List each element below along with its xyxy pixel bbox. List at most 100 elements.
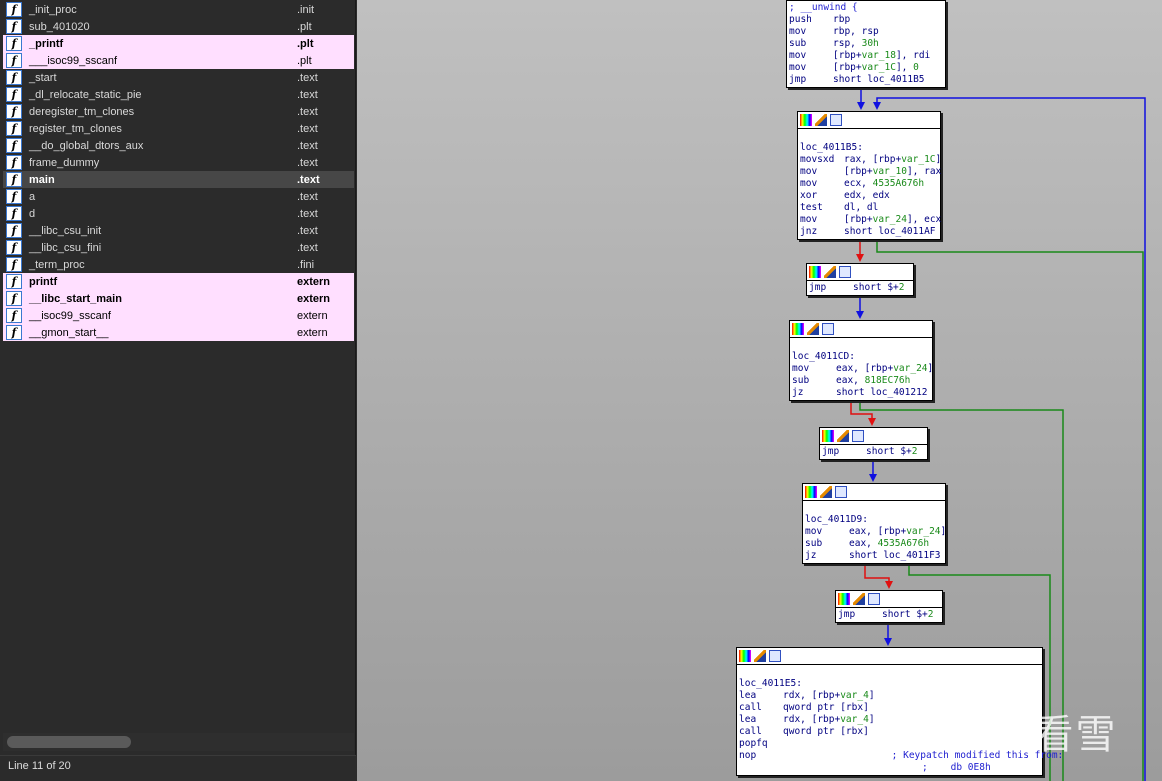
graph-icon[interactable]: [835, 486, 847, 498]
code-block-entry[interactable]: ; __unwind {push rbp mov rbp, rsp sub rsp, 30…: [786, 0, 946, 88]
asm-line[interactable]: ; db 0E8h: [739, 762, 1040, 774]
color-icon[interactable]: [805, 486, 817, 498]
function-row[interactable]: f _term_proc .fini: [3, 256, 354, 273]
code-block-jmp1[interactable]: jmp short $+2: [806, 263, 914, 296]
asm-line[interactable]: sub eax, 4535A676h: [805, 538, 943, 550]
asm-line[interactable]: [805, 502, 943, 514]
rename-icon[interactable]: [815, 114, 827, 126]
graph-icon[interactable]: [852, 430, 864, 442]
graph-view[interactable]: ; __unwind {push rbp mov rbp, rsp sub rsp, 30…: [357, 0, 1162, 781]
asm-line[interactable]: loc_4011B5:: [800, 142, 938, 154]
asm-line[interactable]: jz short loc_4011F3: [805, 550, 943, 562]
asm-line[interactable]: jnz short loc_4011AF: [800, 226, 938, 238]
functions-list: f _init_proc .init f sub_401020 .plt f _printf.…: [3, 1, 354, 341]
function-row[interactable]: f __isoc99_sscanf extern: [3, 307, 354, 324]
code-block-loc_4011CD[interactable]: loc_4011CD: mov eax, [rbp+var_24] sub eax, 8…: [789, 320, 933, 401]
asm-line[interactable]: lea rdx, [rbp+var_4]: [739, 714, 1040, 726]
color-icon[interactable]: [800, 114, 812, 126]
asm-line[interactable]: ; __unwind {: [789, 2, 943, 14]
mnemonic: lea: [739, 690, 757, 701]
asm-line[interactable]: jmp short $+2: [809, 282, 911, 294]
code-block-jmp3[interactable]: jmp short $+2: [835, 590, 943, 623]
operand: eax,: [849, 538, 878, 549]
graph-icon[interactable]: [822, 323, 834, 335]
asm-line[interactable]: mov [rbp+var_1C], 0: [789, 62, 943, 74]
asm-line[interactable]: [739, 666, 1040, 678]
graph-icon[interactable]: [830, 114, 842, 126]
asm-line[interactable]: mov [rbp+var_10], rax: [800, 166, 941, 178]
rename-icon[interactable]: [837, 430, 849, 442]
rename-icon[interactable]: [820, 486, 832, 498]
function-row[interactable]: f printf extern: [3, 273, 354, 290]
asm-line[interactable]: mov [rbp+var_18], rdi: [789, 50, 943, 62]
asm-line[interactable]: mov [rbp+var_24], ecx: [800, 214, 941, 226]
color-icon[interactable]: [822, 430, 834, 442]
asm-line[interactable]: mov eax, [rbp+var_24]: [805, 526, 946, 538]
asm-line[interactable]: mov eax, [rbp+var_24]: [792, 363, 933, 375]
asm-line[interactable]: xor edx, edx: [800, 190, 938, 202]
asm-line[interactable]: loc_4011D9:: [805, 514, 943, 526]
asm-line[interactable]: loc_4011E5:: [739, 678, 1040, 690]
function-row[interactable]: f ___isoc99_sscanf .plt: [3, 52, 354, 69]
operand: [rbp+: [844, 214, 873, 225]
asm-line[interactable]: loc_4011CD:: [792, 351, 930, 363]
code-block-loc_4011D9[interactable]: loc_4011D9: mov eax, [rbp+var_24] sub eax, 4…: [802, 483, 946, 564]
rename-icon[interactable]: [754, 650, 766, 662]
color-icon[interactable]: [809, 266, 821, 278]
asm-line[interactable]: sub rsp, 30h: [789, 38, 943, 50]
asm-line[interactable]: sub eax, 818EC76h: [792, 375, 930, 387]
asm-line[interactable]: lea rdx, [rbp+var_4]: [739, 690, 1040, 702]
function-row[interactable]: f _init_proc .init: [3, 1, 354, 18]
scrollbar-thumb[interactable]: [7, 736, 131, 748]
asm-line[interactable]: jmp short $+2: [838, 609, 940, 621]
rename-icon[interactable]: [853, 593, 865, 605]
asm-line[interactable]: popfq: [739, 738, 1040, 750]
arrow-head-icon: [869, 474, 877, 482]
operand: short loc_401212: [836, 387, 928, 398]
function-row[interactable]: f main .text: [3, 171, 354, 188]
function-row[interactable]: f __libc_csu_init .text: [3, 222, 354, 239]
asm-line[interactable]: push rbp: [789, 14, 943, 26]
asm-line[interactable]: movsxd rax, [rbp+var_1C]: [800, 154, 941, 166]
color-icon[interactable]: [792, 323, 804, 335]
function-row[interactable]: f _dl_relocate_static_pie .text: [3, 86, 354, 103]
function-row[interactable]: f register_tm_clones .text: [3, 120, 354, 137]
function-row[interactable]: f d .text: [3, 205, 354, 222]
mnemonic: sub: [805, 538, 823, 549]
comment-or-label: loc_4011E5:: [739, 678, 802, 689]
asm-line[interactable]: call qword ptr [rbx]: [739, 726, 1040, 738]
asm-line[interactable]: jz short loc_401212: [792, 387, 930, 399]
function-row[interactable]: f __libc_start_main extern: [3, 290, 354, 307]
color-icon[interactable]: [739, 650, 751, 662]
graph-icon[interactable]: [769, 650, 781, 662]
asm-line[interactable]: jmp short $+2: [822, 446, 925, 458]
graph-icon[interactable]: [868, 593, 880, 605]
function-row[interactable]: f deregister_tm_clones .text: [3, 103, 354, 120]
horizontal-scrollbar[interactable]: [3, 733, 354, 751]
function-row[interactable]: f __gmon_start__ extern: [3, 324, 354, 341]
block-header: [790, 321, 932, 338]
function-row[interactable]: f _printf .plt: [3, 35, 354, 52]
function-row[interactable]: f _start .text: [3, 69, 354, 86]
rename-icon[interactable]: [824, 266, 836, 278]
color-icon[interactable]: [838, 593, 850, 605]
code-block-loc_4011E5[interactable]: loc_4011E5: lea rdx, [rbp+var_4] call qword …: [736, 647, 1063, 776]
asm-line[interactable]: [792, 339, 930, 351]
asm-line[interactable]: mov ecx, 4535A676h: [800, 178, 938, 190]
asm-line[interactable]: [800, 130, 938, 142]
asm-line[interactable]: jmp short loc_4011B5: [789, 74, 943, 86]
mnemonic: jmp: [822, 446, 840, 457]
function-row[interactable]: f sub_401020 .plt: [3, 18, 354, 35]
graph-icon[interactable]: [839, 266, 851, 278]
asm-line[interactable]: test dl, dl: [800, 202, 938, 214]
rename-icon[interactable]: [807, 323, 819, 335]
code-block-jmp2[interactable]: jmp short $+2: [819, 427, 928, 460]
asm-line[interactable]: nop ; Keypatch modified this from:: [739, 750, 1063, 762]
function-row[interactable]: f __do_global_dtors_aux .text: [3, 137, 354, 154]
function-row[interactable]: f frame_dummy .text: [3, 154, 354, 171]
function-row[interactable]: f __libc_csu_fini .text: [3, 239, 354, 256]
asm-line[interactable]: mov rbp, rsp: [789, 26, 943, 38]
code-block-loc_4011B5[interactable]: loc_4011B5: movsxd rax, [rbp+var_1C] mov [rb…: [797, 111, 941, 240]
function-row[interactable]: f a .text: [3, 188, 354, 205]
asm-line[interactable]: call qword ptr [rbx]: [739, 702, 1040, 714]
